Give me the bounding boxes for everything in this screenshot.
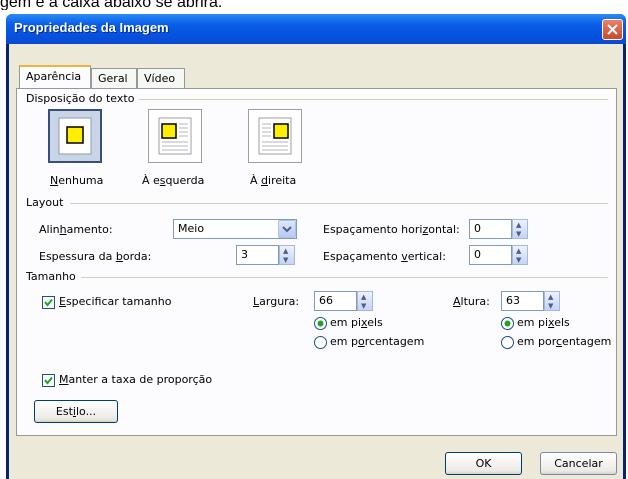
width-spinner[interactable]: ▲ ▼ — [357, 291, 373, 311]
vertical-spacing-spinner[interactable]: ▲ ▼ — [512, 245, 528, 265]
border-thickness-value: 3 — [241, 248, 248, 261]
border-thickness-label: Espessura da borda: — [39, 250, 152, 263]
tab-aparencia[interactable]: Aparência — [19, 65, 91, 88]
group-label-size: Tamanho — [26, 270, 76, 283]
group-label-text-wrap: Disposição do texto — [26, 92, 135, 105]
width-pixels-radio[interactable] — [314, 317, 327, 330]
height-value: 63 — [506, 294, 520, 307]
group-label-layout: Layout — [26, 196, 64, 209]
title-bar[interactable]: Propriedades da Imagem — [6, 14, 626, 44]
tab-label: Aparência — [26, 70, 82, 83]
checkmark-icon — [44, 376, 53, 385]
wrap-right-icon — [258, 117, 292, 155]
dialog-window: Propriedades da Imagem Aparência Geral V… — [6, 14, 626, 479]
close-button[interactable] — [602, 19, 623, 40]
tab-label: Geral — [98, 72, 128, 85]
height-label: Altura: — [453, 295, 490, 308]
wrap-left-icon — [158, 117, 192, 155]
cancel-button[interactable]: Cancelar — [540, 452, 617, 475]
width-percent-radio[interactable] — [314, 336, 327, 349]
wrap-left-button[interactable] — [148, 109, 202, 163]
keep-ratio-checkbox[interactable] — [42, 374, 55, 387]
spin-up-icon: ▲ — [361, 293, 367, 301]
wrap-right-button[interactable] — [248, 109, 302, 163]
spin-up-icon: ▲ — [516, 247, 522, 255]
height-pixels-radio[interactable] — [501, 317, 514, 330]
alignment-select[interactable]: Meio — [173, 219, 297, 239]
tab-panel-aparencia: Disposição do texto Nenhuma À esquerda À… — [16, 88, 617, 436]
group-divider — [139, 99, 608, 100]
width-label: Largura: — [253, 295, 300, 308]
horizontal-spacing-input[interactable]: 0 — [469, 219, 512, 239]
group-divider — [70, 203, 608, 204]
checkmark-icon — [44, 298, 53, 307]
width-pixels-label: em pixels — [330, 316, 383, 329]
wrap-none-button[interactable] — [48, 109, 102, 163]
tab-video[interactable]: Vídeo — [137, 68, 185, 88]
wrap-left-label: À esquerda — [142, 174, 205, 187]
alignment-label: Alinhamento: — [39, 223, 113, 236]
tab-label: Vídeo — [144, 72, 176, 85]
border-thickness-input[interactable]: 3 — [236, 245, 279, 265]
horizontal-spacing-value: 0 — [474, 222, 481, 235]
background-caption: gem e a caixa abaixo se abrirá. — [0, 0, 223, 10]
ok-button[interactable]: OK — [445, 452, 522, 475]
horizontal-spacing-spinner[interactable]: ▲ ▼ — [512, 219, 528, 239]
style-button[interactable]: Estilo... — [34, 400, 118, 423]
wrap-right-label: À direita — [250, 174, 297, 187]
dialog-title: Propriedades da Imagem — [14, 20, 169, 35]
width-value: 66 — [319, 294, 333, 307]
tab-geral[interactable]: Geral — [91, 68, 137, 88]
radio-dot-icon — [504, 320, 511, 327]
height-input[interactable]: 63 — [501, 291, 544, 311]
border-thickness-spinner[interactable]: ▲ ▼ — [279, 245, 295, 265]
specify-size-label: Especificar tamanho — [59, 295, 172, 308]
vertical-spacing-input[interactable]: 0 — [469, 245, 512, 265]
wrap-none-label: Nenhuma — [50, 174, 104, 187]
height-percent-radio[interactable] — [501, 336, 514, 349]
spin-up-icon: ▲ — [283, 247, 289, 255]
specify-size-checkbox[interactable] — [42, 296, 55, 309]
close-icon — [607, 24, 618, 35]
group-divider — [81, 277, 608, 278]
spin-down-icon: ▼ — [361, 302, 367, 310]
width-percent-label: em porcentagem — [330, 335, 425, 348]
keep-ratio-label: Manter a taxa de proporção — [59, 373, 213, 386]
vertical-spacing-label: Espaçamento vertical: — [323, 250, 446, 263]
spin-down-icon: ▼ — [516, 256, 522, 264]
height-spinner[interactable]: ▲ ▼ — [544, 291, 560, 311]
vertical-spacing-value: 0 — [474, 248, 481, 261]
radio-dot-icon — [317, 320, 324, 327]
spin-up-icon: ▲ — [548, 293, 554, 301]
width-input[interactable]: 66 — [314, 291, 357, 311]
spin-up-icon: ▲ — [516, 221, 522, 229]
spin-down-icon: ▼ — [283, 256, 289, 264]
spin-down-icon: ▼ — [516, 230, 522, 238]
dropdown-button[interactable] — [278, 220, 296, 238]
height-pixels-label: em pixels — [517, 316, 570, 329]
spin-down-icon: ▼ — [548, 302, 554, 310]
chevron-down-icon — [282, 226, 292, 233]
height-percent-label: em porcentagem — [517, 335, 612, 348]
dialog-body: Aparência Geral Vídeo Disposição do text… — [9, 44, 623, 479]
wrap-none-icon — [58, 117, 92, 155]
alignment-value: Meio — [178, 222, 205, 235]
horizontal-spacing-label: Espaçamento horizontal: — [323, 223, 460, 236]
